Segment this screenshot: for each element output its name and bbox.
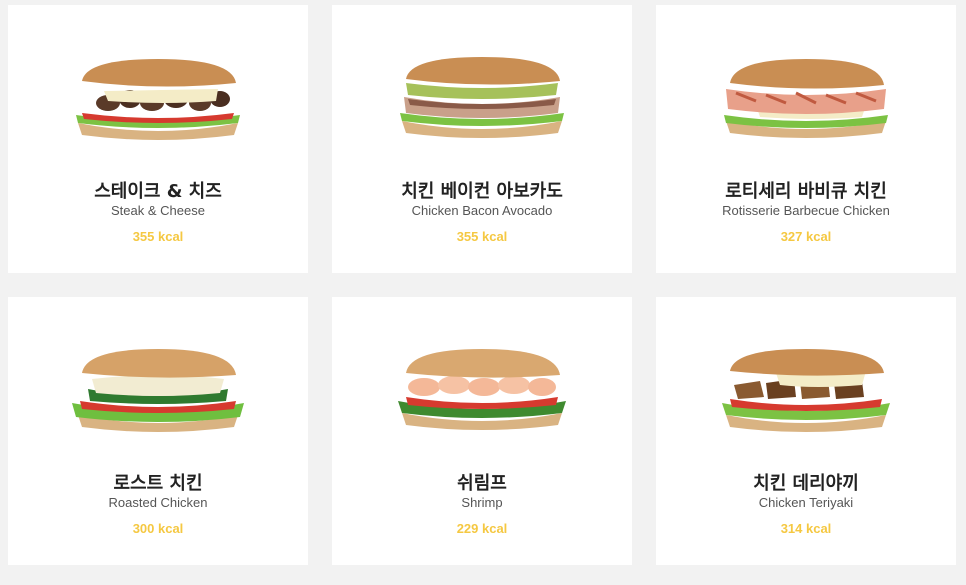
menu-name-korean: 치킨 데리야끼 — [753, 473, 859, 494]
menu-card-chicken-teriyaki[interactable]: 치킨 데리야끼 Chicken Teriyaki 314 kcal — [656, 297, 956, 565]
menu-calories: 229 kcal — [456, 521, 508, 536]
menu-card-roasted-chicken[interactable]: 로스트 치킨 Roasted Chicken 300 kcal — [8, 297, 308, 565]
menu-calories: 355 kcal — [456, 229, 508, 244]
menu-calories: 327 kcal — [780, 229, 832, 244]
roasted-chicken-sandwich-icon — [72, 349, 244, 432]
menu-calories: 314 kcal — [780, 521, 832, 536]
menu-calories: 300 kcal — [132, 521, 184, 536]
menu-card-chicken-bacon-avocado[interactable]: 치킨 베이컨 아보카도 Chicken Bacon Avocado 355 kc… — [332, 5, 632, 273]
steak-cheese-sandwich-icon — [76, 59, 240, 140]
menu-grid: 스테이크 & 치즈 Steak & Cheese 355 kcal 치킨 베이컨… — [0, 0, 966, 585]
menu-name-korean: 로티세리 바비큐 치킨 — [725, 181, 887, 202]
menu-calories: 355 kcal — [132, 229, 184, 244]
menu-name-english: Chicken Teriyaki — [758, 495, 854, 510]
menu-name-korean: 치킨 베이컨 아보카도 — [401, 181, 563, 202]
menu-name-korean: 스테이크 & 치즈 — [94, 181, 222, 202]
menu-card-steak-cheese[interactable]: 스테이크 & 치즈 Steak & Cheese 355 kcal — [8, 5, 308, 273]
menu-name-english: Roasted Chicken — [108, 495, 208, 510]
rotisserie-bbq-chicken-sandwich-icon — [724, 59, 888, 138]
menu-card-shrimp[interactable]: 쉬림프 Shrimp 229 kcal — [332, 297, 632, 565]
menu-name-english: Steak & Cheese — [111, 203, 205, 218]
menu-name-english: Chicken Bacon Avocado — [411, 203, 553, 218]
chicken-bacon-avocado-sandwich-icon — [400, 57, 564, 138]
shrimp-sandwich-icon — [398, 349, 566, 430]
menu-name-english: Rotisserie Barbecue Chicken — [722, 203, 890, 218]
menu-name-korean: 쉬림프 — [457, 473, 507, 494]
chicken-teriyaki-sandwich-icon — [722, 349, 890, 432]
menu-card-rotisserie-bbq-chicken[interactable]: 로티세리 바비큐 치킨 Rotisserie Barbecue Chicken … — [656, 5, 956, 273]
menu-name-english: Shrimp — [461, 495, 503, 510]
menu-name-korean: 로스트 치킨 — [113, 473, 203, 494]
